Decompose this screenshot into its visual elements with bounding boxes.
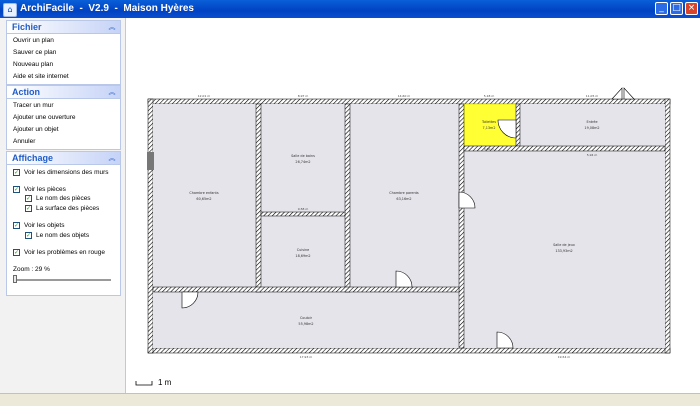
menu-item-add-opening[interactable]: Ajouter une ouverture bbox=[13, 114, 76, 122]
room-name-label: Salle de jeux bbox=[553, 243, 575, 247]
wall[interactable] bbox=[260, 211, 346, 217]
fichier-panel: Fichier ︽ Ouvrir un plan Sauver ce plan … bbox=[6, 20, 121, 85]
checkbox-rooms[interactable]: ✓ bbox=[13, 186, 20, 193]
fichier-panel-header[interactable]: Fichier ︽ bbox=[7, 21, 120, 34]
left-task-pane: Fichier ︽ Ouvrir un plan Sauver ce plan … bbox=[0, 18, 126, 393]
menu-item-draw-wall[interactable]: Tracer un mur bbox=[13, 102, 54, 110]
checkbox-room-areas[interactable]: ✓ bbox=[25, 205, 32, 212]
room-area-label: 60,65m2 bbox=[196, 197, 211, 201]
room-area-label: 63,16m2 bbox=[396, 197, 411, 201]
room-entree[interactable] bbox=[520, 104, 665, 146]
window[interactable] bbox=[147, 152, 154, 170]
dimension-label: 12,01 m bbox=[198, 94, 211, 98]
wall[interactable] bbox=[515, 103, 521, 147]
dimension-label: 14,60 m bbox=[398, 94, 411, 98]
dimension-label: 5,18 m bbox=[484, 94, 495, 98]
checkbox-label: Le nom des pièces bbox=[36, 195, 91, 202]
action-panel: Action ︽ Tracer un mur Ajouter une ouver… bbox=[6, 85, 121, 150]
room-name-label: Entrée bbox=[586, 120, 597, 124]
minimize-button[interactable]: _ bbox=[655, 2, 668, 15]
checkbox-object-names[interactable]: ✓ bbox=[25, 232, 32, 239]
room-name-label: Couloir bbox=[300, 316, 313, 320]
affichage-panel: Affichage ︽ ✓ Voir les dimensions des mu… bbox=[6, 151, 121, 296]
room-name-label: Salle de bains bbox=[291, 154, 315, 158]
wall[interactable] bbox=[147, 98, 154, 354]
close-button[interactable]: × bbox=[685, 2, 698, 15]
status-bar bbox=[0, 393, 700, 406]
menu-item-help-website[interactable]: Aide et site internet bbox=[13, 73, 69, 81]
room-name-label: Chambre enfants bbox=[189, 191, 219, 195]
checkbox-label: Voir les pièces bbox=[24, 186, 66, 193]
room-salle-de-bains[interactable] bbox=[261, 104, 345, 212]
menu-item-open-plan[interactable]: Ouvrir un plan bbox=[13, 37, 54, 45]
dimension-label: 19,54 m bbox=[558, 355, 571, 359]
room-couloir[interactable] bbox=[153, 292, 459, 348]
menu-item-undo[interactable]: Annuler bbox=[13, 138, 35, 146]
room-area-label: 26,74m2 bbox=[295, 160, 310, 164]
scale-bar bbox=[135, 381, 153, 386]
wall[interactable] bbox=[255, 103, 262, 293]
checkbox-label: Le nom des objets bbox=[36, 232, 90, 239]
maximize-button[interactable]: □ bbox=[670, 2, 683, 15]
dimension-label: 9,58 m bbox=[298, 207, 309, 211]
zoom-slider-track[interactable] bbox=[15, 279, 111, 282]
wall[interactable] bbox=[147, 347, 671, 354]
wall[interactable] bbox=[152, 286, 460, 293]
room-chambre-enfants[interactable] bbox=[153, 104, 256, 287]
zoom-slider-thumb[interactable] bbox=[13, 275, 17, 283]
wall[interactable] bbox=[147, 98, 671, 105]
plan-canvas[interactable]: Chambre enfants 60,65m2 Salle de bains 2… bbox=[126, 18, 700, 393]
zoom-label: Zoom : 29 % bbox=[13, 266, 50, 273]
scale-label: 1 m bbox=[158, 378, 172, 387]
wall[interactable] bbox=[344, 103, 351, 293]
checkbox-objects[interactable]: ✓ bbox=[13, 222, 20, 229]
checkbox-label: Voir les dimensions des murs bbox=[24, 169, 109, 176]
checkbox-wall-dimensions[interactable]: ✓ bbox=[13, 169, 20, 176]
wall[interactable] bbox=[458, 103, 465, 349]
floor-plan[interactable]: Chambre enfants 60,65m2 Salle de bains 2… bbox=[126, 18, 700, 393]
chevron-up-icon[interactable]: ︽ bbox=[107, 153, 117, 163]
room-chambre-parents[interactable] bbox=[350, 104, 459, 287]
room-area-label: 133,93m2 bbox=[555, 249, 572, 253]
room-name-label: Toilettes bbox=[481, 120, 496, 124]
room-name-label: Chambre parents bbox=[389, 191, 419, 195]
menu-item-new-plan[interactable]: Nouveau plan bbox=[13, 61, 53, 69]
wall[interactable] bbox=[664, 98, 671, 354]
affichage-panel-title: Affichage bbox=[12, 153, 54, 163]
room-area-label: 18,69m2 bbox=[295, 254, 310, 258]
room-area-label: 7,13m2 bbox=[482, 126, 495, 130]
fichier-panel-title: Fichier bbox=[12, 22, 42, 32]
window-title: ArchiFacile - V2.9 - Maison Hyères bbox=[20, 3, 194, 14]
action-panel-title: Action bbox=[12, 87, 40, 97]
checkbox-label: Voir les problèmes en rouge bbox=[24, 249, 105, 256]
dimension-label: 8,97 m bbox=[298, 94, 309, 98]
app-icon: ⌂ bbox=[3, 3, 17, 17]
dimension-label: 11,05 m bbox=[586, 94, 599, 98]
chevron-up-icon[interactable]: ︽ bbox=[107, 22, 117, 32]
room-name-label: Cuisine bbox=[297, 248, 309, 252]
room-area-label: 55,98m2 bbox=[298, 322, 313, 326]
chevron-up-icon[interactable]: ︽ bbox=[107, 87, 117, 97]
checkbox-room-names[interactable]: ✓ bbox=[25, 195, 32, 202]
menu-item-save-plan[interactable]: Sauver ce plan bbox=[13, 49, 56, 57]
title-bar: ⌂ ArchiFacile - V2.9 - Maison Hyères _ □… bbox=[0, 0, 700, 18]
dimension-label: 17,93 m bbox=[300, 355, 313, 359]
checkbox-label: Voir les objets bbox=[24, 222, 65, 229]
room-area-label: 19,08m2 bbox=[584, 126, 599, 130]
dimension-label: 4,50 m bbox=[484, 147, 495, 151]
menu-item-add-object[interactable]: Ajouter un objet bbox=[13, 126, 59, 134]
checkbox-label: La surface des pièces bbox=[36, 205, 100, 212]
dimension-label: 5,94 m bbox=[587, 153, 598, 157]
affichage-panel-header[interactable]: Affichage ︽ bbox=[7, 152, 120, 165]
checkbox-problems-red[interactable]: ✓ bbox=[13, 249, 20, 256]
action-panel-header[interactable]: Action ︽ bbox=[7, 86, 120, 99]
